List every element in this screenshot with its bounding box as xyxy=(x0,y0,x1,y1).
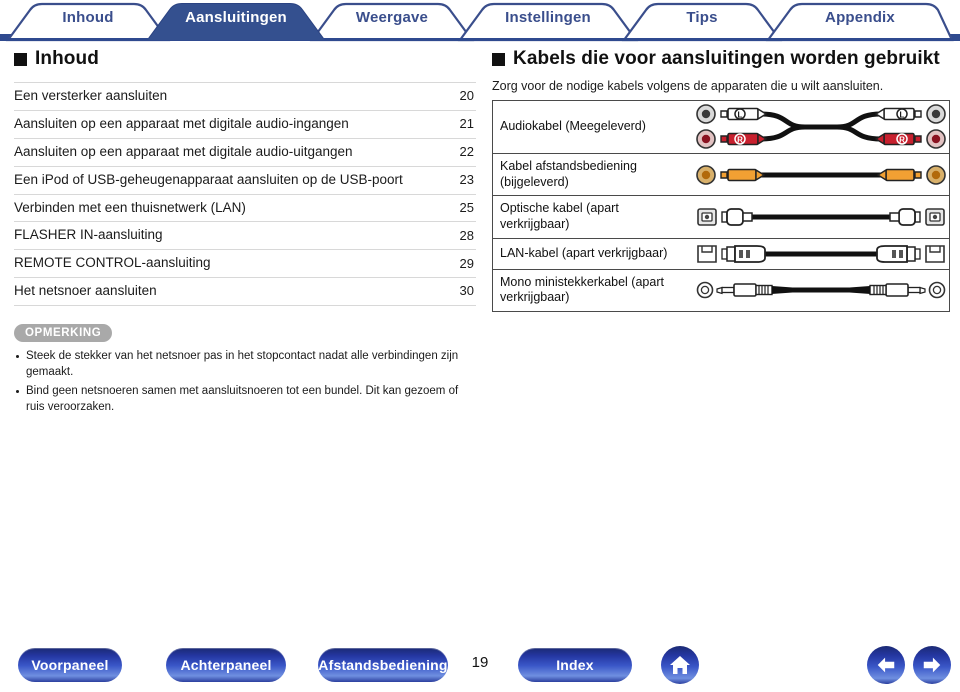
tab-appendix[interactable] xyxy=(768,0,952,38)
right-column: Kabels die voor aansluitingen worden geb… xyxy=(492,48,952,312)
table-row[interactable]: Aansluiten op een apparaat met digitale … xyxy=(14,110,476,139)
kabels-heading: Kabels die voor aansluitingen worden geb… xyxy=(492,48,952,70)
arrow-left-icon xyxy=(877,657,895,673)
toc-page: 22 xyxy=(442,138,476,167)
bottom-navigation-bar: Voorpaneel Achterpaneel Afstandsbedienin… xyxy=(0,640,960,692)
afstandsbediening-button[interactable]: Afstandsbediening xyxy=(318,648,448,682)
achterpaneel-button[interactable]: Achterpaneel xyxy=(166,648,286,682)
tab-weergave[interactable] xyxy=(312,0,472,38)
note-list: Steek de stekker van het netsnoer pas in… xyxy=(14,349,476,415)
tab-bar: Inhoud Aansluitingen Weergave Instelling… xyxy=(0,0,960,42)
table-row: Optische kabel (apart verkrijgbaar) xyxy=(492,195,950,238)
svg-text:R: R xyxy=(899,136,905,145)
table-row[interactable]: REMOTE CONTROL-aansluiting 29 xyxy=(14,249,476,279)
tab-tips[interactable] xyxy=(624,0,780,38)
list-item: Steek de stekker van het netsnoer pas in… xyxy=(14,349,476,381)
mono-mini-plug-cable-icon xyxy=(696,281,946,299)
table-row[interactable]: Een versterker aansluiten 20 xyxy=(14,82,476,111)
cable-illustration-rca-mono-orange xyxy=(692,152,950,196)
table-row: Mono ministekkerkabel (apart verkrijgbaa… xyxy=(492,268,950,312)
toc-page: 25 xyxy=(442,194,476,223)
cable-illustration-miniplug xyxy=(692,268,950,312)
table-of-contents: Een versterker aansluiten 20 Aansluiten … xyxy=(14,82,476,306)
cable-illustration-rca-stereo: L R L R xyxy=(693,101,950,154)
rca-stereo-cable-icon: L R L R xyxy=(695,104,946,149)
tab-aansluitingen[interactable] xyxy=(148,0,324,38)
toc-page: 21 xyxy=(442,110,476,139)
note-badge: OPMERKING xyxy=(14,324,113,342)
inhoud-heading: Inhoud xyxy=(14,48,476,70)
table-row: Audiokabel (Meegeleverd) L R L R xyxy=(493,101,950,154)
cable-illustration-lan xyxy=(692,237,950,269)
previous-page-button[interactable] xyxy=(867,646,905,684)
cables-table: Audiokabel (Meegeleverd) L R L R Kabel a… xyxy=(492,100,950,312)
next-page-button[interactable] xyxy=(913,646,951,684)
page-number: 19 xyxy=(471,654,489,671)
svg-text:L: L xyxy=(737,111,742,120)
toc-title: FLASHER IN-aansluiting xyxy=(14,221,442,251)
tab-instellingen[interactable] xyxy=(460,0,636,38)
inhoud-heading-text: Inhoud xyxy=(35,48,99,69)
toc-page: 28 xyxy=(442,221,476,251)
home-icon xyxy=(670,656,690,674)
toc-title: Het netsnoer aansluiten xyxy=(14,277,442,306)
table-row[interactable]: Een iPod of USB-geheugenapparaat aanslui… xyxy=(14,166,476,195)
table-row: Kabel afstandsbediening (bijgeleverd) xyxy=(492,152,950,196)
kabels-lead-text: Zorg voor de nodige kabels volgens de ap… xyxy=(492,79,884,93)
table-row: LAN-kabel (apart verkrijgbaar) xyxy=(492,237,950,269)
square-bullet-icon xyxy=(492,52,505,66)
toc-page: 29 xyxy=(442,249,476,279)
cable-illustration-optical xyxy=(692,195,950,238)
table-row[interactable]: Verbinden met een thuisnetwerk (LAN) 25 xyxy=(14,194,476,223)
cable-name: LAN-kabel (apart verkrijgbaar) xyxy=(492,237,693,269)
manual-page: Inhoud Aansluitingen Weergave Instelling… xyxy=(0,0,960,692)
table-row[interactable]: Het netsnoer aansluiten 30 xyxy=(14,277,476,306)
left-column: Inhoud Een versterker aansluiten 20 Aans… xyxy=(14,48,476,418)
lan-cable-icon xyxy=(696,244,945,263)
home-button[interactable] xyxy=(661,646,699,684)
svg-text:R: R xyxy=(737,136,743,145)
optical-cable-icon xyxy=(696,207,945,226)
table-row[interactable]: Aansluiten op een apparaat met digitale … xyxy=(14,138,476,167)
cable-name: Audiokabel (Meegeleverd) xyxy=(500,119,646,134)
svg-text:L: L xyxy=(899,111,904,120)
voorpaneel-button[interactable]: Voorpaneel xyxy=(18,648,122,682)
toc-page: 23 xyxy=(442,166,476,195)
arrow-right-icon xyxy=(923,657,941,673)
toc-title: Een versterker aansluiten xyxy=(14,82,442,111)
cable-name: Optische kabel (apart verkrijgbaar) xyxy=(492,195,693,238)
tab-inhoud[interactable] xyxy=(8,0,168,38)
toc-title: Een iPod of USB-geheugenapparaat aanslui… xyxy=(14,166,442,195)
toc-page: 30 xyxy=(442,277,476,306)
cable-name: Mono ministekkerkabel (apart verkrijgbaa… xyxy=(492,268,693,312)
kabels-heading-text: Kabels die voor aansluitingen worden geb… xyxy=(513,48,940,69)
toc-title: Aansluiten op een apparaat met digitale … xyxy=(14,138,442,167)
toc-title: Aansluiten op een apparaat met digitale … xyxy=(14,110,442,139)
list-item: Bind geen netsnoeren samen met aansluits… xyxy=(14,384,476,416)
index-button[interactable]: Index xyxy=(518,648,632,682)
cable-name: Kabel afstandsbediening (bijgeleverd) xyxy=(492,152,693,196)
toc-title: Verbinden met een thuisnetwerk (LAN) xyxy=(14,194,442,223)
toc-title: REMOTE CONTROL-aansluiting xyxy=(14,249,442,279)
square-bullet-icon xyxy=(14,52,27,66)
remote-control-cable-icon xyxy=(695,164,946,185)
table-row[interactable]: FLASHER IN-aansluiting 28 xyxy=(14,221,476,251)
toc-page: 20 xyxy=(442,82,476,111)
